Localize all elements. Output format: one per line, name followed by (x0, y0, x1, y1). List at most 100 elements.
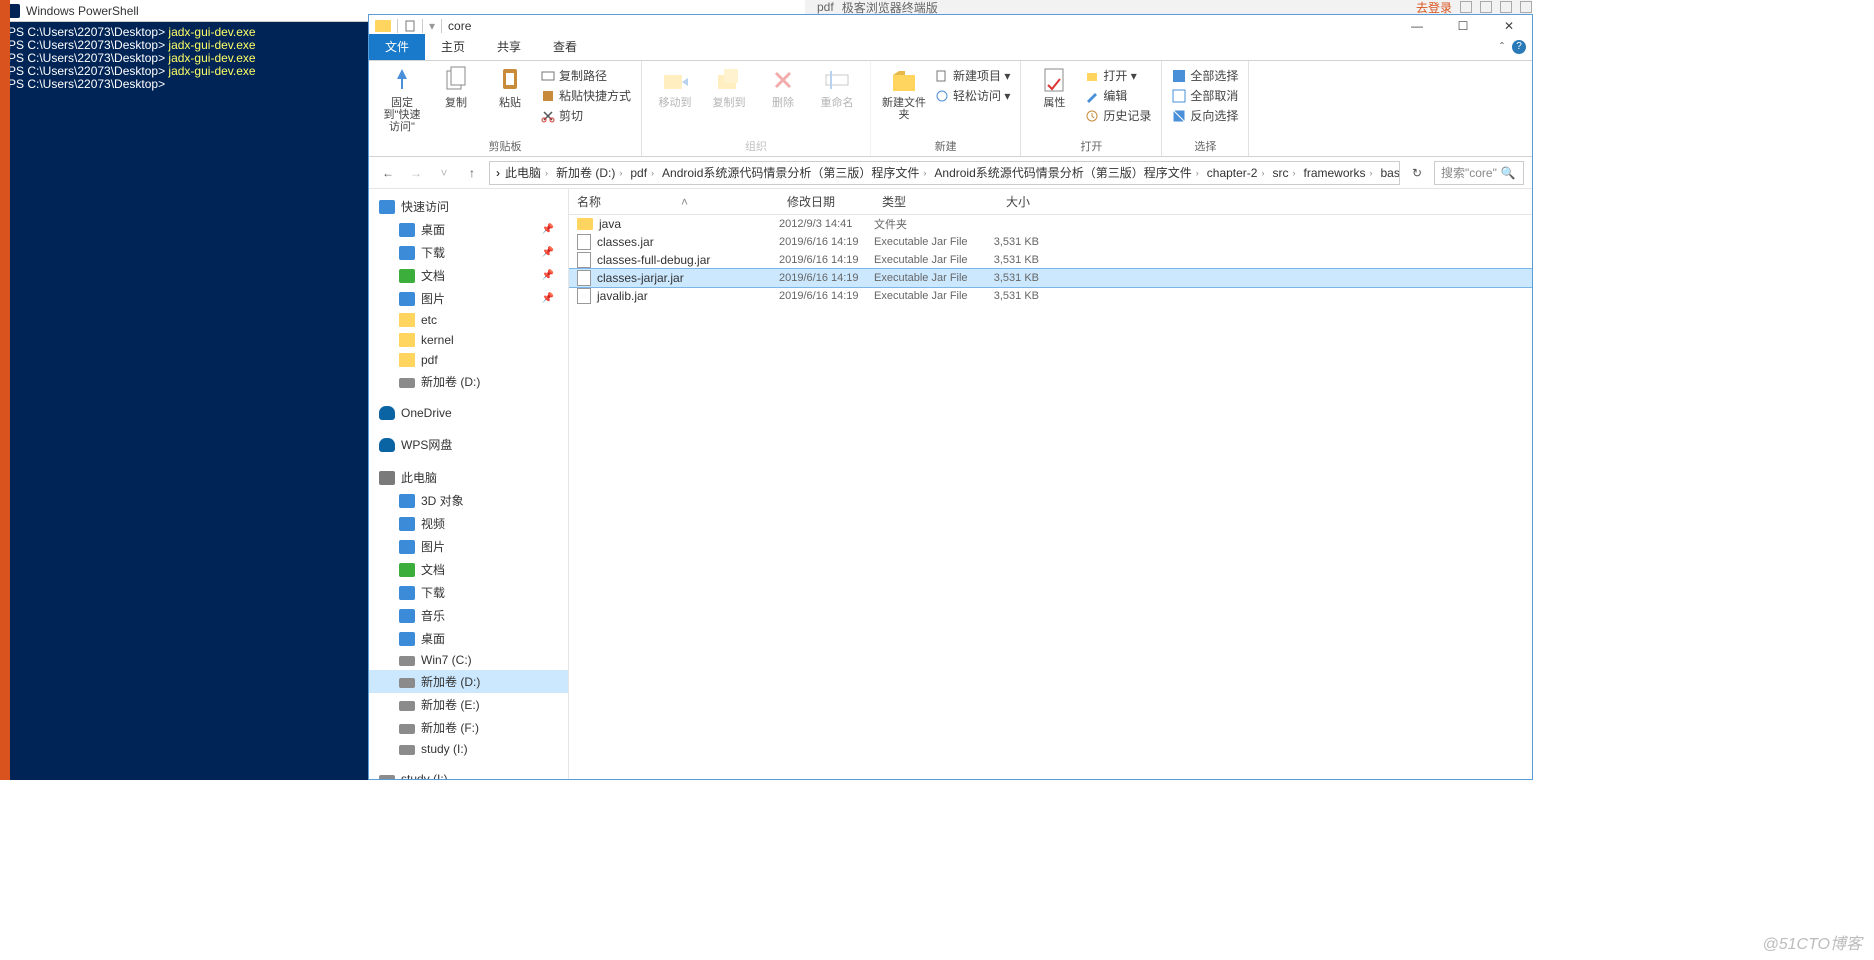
pin-to-quick-access-button[interactable]: 固定到"快速访问" (379, 65, 425, 133)
sidebar-item-fvol[interactable]: 新加卷 (F:) (369, 716, 568, 739)
login-link[interactable]: 去登录 (1416, 0, 1452, 14)
nav-up-button[interactable]: ↑ (461, 162, 483, 184)
open-button[interactable]: 打开 ▾ (1085, 67, 1151, 84)
refresh-button[interactable]: ↻ (1406, 162, 1428, 184)
sidebar-item-wps[interactable]: WPS网盘 (369, 433, 568, 456)
sidebar-item-video[interactable]: 视频 (369, 512, 568, 535)
select-all-button[interactable]: 全部选择 (1172, 67, 1238, 84)
sidebar-item-studyI[interactable]: study (I:) (369, 739, 568, 759)
breadcrumb-segment[interactable]: 新加卷 (D:)› (553, 164, 625, 181)
column-date[interactable]: 修改日期 (779, 189, 874, 214)
sidebar-item-downloads[interactable]: 下载📌 (369, 241, 568, 264)
file-row[interactable]: classes-full-debug.jar2019/6/16 14:19Exe… (569, 251, 1532, 269)
sidebar-item-desktop2[interactable]: 桌面 (369, 627, 568, 650)
sidebar-item-pics[interactable]: 图片📌 (369, 287, 568, 310)
sidebar-item-pics2[interactable]: 图片 (369, 535, 568, 558)
nav-back-button[interactable]: ← (377, 162, 399, 184)
column-size[interactable]: 大小 (979, 189, 1039, 214)
browser-icon-1 (1460, 1, 1472, 13)
sidebar-item-docs2[interactable]: 文档 (369, 558, 568, 581)
paste-button[interactable]: 粘贴 (487, 65, 533, 109)
file-list-pane[interactable]: 名称 修改日期 类型 大小 java2012/9/3 14:41文件夹class… (569, 189, 1532, 779)
copy-to-button[interactable]: 复制到 (706, 65, 752, 109)
breadcrumb-segment[interactable]: pdf› (627, 166, 657, 180)
select-none-button[interactable]: 全部取消 (1172, 87, 1238, 104)
sidebar-item-quick[interactable]: 快速访问 (369, 195, 568, 218)
cut-button[interactable]: 剪切 (541, 107, 631, 124)
new-item-button[interactable]: 新建项目 ▾ (935, 67, 1010, 84)
minimize-button[interactable]: — (1394, 15, 1440, 37)
breadcrumb-box[interactable]: › 此电脑›新加卷 (D:)›pdf›Android系统源代码情景分析（第三版）… (489, 161, 1400, 185)
sidebar-item-thispc[interactable]: 此电脑 (369, 466, 568, 489)
file-row[interactable]: classes.jar2019/6/16 14:19Executable Jar… (569, 233, 1532, 251)
file-row[interactable]: javalib.jar2019/6/16 14:19Executable Jar… (569, 287, 1532, 305)
sidebar-item-pdf[interactable]: pdf (369, 350, 568, 370)
sidebar-label: 新加卷 (E:) (421, 696, 480, 713)
open-group-label: 打开 (1031, 135, 1151, 154)
breadcrumb-segment[interactable]: frameworks› (1300, 166, 1375, 180)
close-button[interactable]: ✕ (1486, 15, 1532, 37)
search-input[interactable]: 搜索"core" 🔍 (1434, 161, 1524, 185)
sidebar-icon (399, 517, 415, 531)
browser-icon-3 (1500, 1, 1512, 13)
sidebar-item-onedrive[interactable]: OneDrive (369, 403, 568, 423)
new-folder-button[interactable]: 新建文件夹 (881, 65, 927, 121)
delete-button[interactable]: 删除 (760, 65, 806, 109)
column-type[interactable]: 类型 (874, 189, 979, 214)
sidebar-item-etc[interactable]: etc (369, 310, 568, 330)
sidebar-item-obj3d[interactable]: 3D 对象 (369, 489, 568, 512)
file-row[interactable]: java2012/9/3 14:41文件夹 (569, 215, 1532, 233)
copy-button[interactable]: 复制 (433, 65, 479, 109)
navigation-sidebar[interactable]: 快速访问桌面📌下载📌文档📌图片📌etckernelpdf新加卷 (D:)OneD… (369, 189, 569, 779)
edit-button[interactable]: 编辑 (1085, 87, 1151, 104)
sidebar-item-evol[interactable]: 新加卷 (E:) (369, 693, 568, 716)
clipboard-group-label: 剪贴板 (379, 135, 631, 154)
tab-home[interactable]: 主页 (425, 33, 481, 60)
help-icon[interactable]: ? (1512, 40, 1526, 54)
column-name[interactable]: 名称 (569, 189, 779, 214)
tab-view[interactable]: 查看 (537, 33, 593, 60)
sidebar-icon (379, 200, 395, 214)
sidebar-label: 下载 (421, 584, 445, 601)
sidebar-item-dvol[interactable]: 新加卷 (D:) (369, 370, 568, 393)
sidebar-label: 3D 对象 (421, 492, 464, 509)
invert-selection-button[interactable]: 反向选择 (1172, 107, 1238, 124)
tab-file[interactable]: 文件 (369, 33, 425, 60)
breadcrumb-segment[interactable]: Android系统源代码情景分析（第三版）程序文件› (659, 164, 929, 181)
breadcrumb-segment[interactable]: base› (1378, 166, 1401, 180)
easy-access-button[interactable]: 轻松访问 ▾ (935, 87, 1010, 104)
nav-recent-button[interactable]: ˅ (433, 162, 455, 184)
sidebar-label: 文档 (421, 267, 445, 284)
paste-shortcut-button[interactable]: 粘贴快捷方式 (541, 87, 631, 104)
file-date: 2019/6/16 14:19 (779, 254, 874, 266)
sidebar-icon (399, 494, 415, 508)
tab-share[interactable]: 共享 (481, 33, 537, 60)
nav-forward-button[interactable]: → (405, 162, 427, 184)
copy-path-button[interactable]: 复制路径 (541, 67, 631, 84)
sidebar-label: 此电脑 (401, 469, 437, 486)
file-type: Executable Jar File (874, 272, 979, 284)
column-headers[interactable]: 名称 修改日期 类型 大小 (569, 189, 1532, 215)
file-row[interactable]: classes-jarjar.jar2019/6/16 14:19Executa… (569, 269, 1532, 287)
sidebar-item-kernel[interactable]: kernel (369, 330, 568, 350)
move-to-button[interactable]: 移动到 (652, 65, 698, 109)
sidebar-item-dvol2[interactable]: 新加卷 (D:) (369, 670, 568, 693)
history-button[interactable]: 历史记录 (1085, 107, 1151, 124)
breadcrumb-segment[interactable]: src› (1269, 166, 1298, 180)
sidebar-item-downloads2[interactable]: 下载 (369, 581, 568, 604)
watermark: @51CTO博客 (1762, 930, 1862, 954)
maximize-button[interactable]: ☐ (1440, 15, 1486, 37)
new-group-label: 新建 (881, 135, 1010, 154)
sidebar-item-win7c[interactable]: Win7 (C:) (369, 650, 568, 670)
breadcrumb-segment[interactable]: chapter-2› (1204, 166, 1268, 180)
sidebar-item-music[interactable]: 音乐 (369, 604, 568, 627)
sidebar-item-docs[interactable]: 文档📌 (369, 264, 568, 287)
breadcrumb-segment[interactable]: Android系统源代码情景分析（第三版）程序文件› (931, 164, 1201, 181)
ribbon-collapse-icon[interactable]: ˆ (1500, 40, 1504, 54)
sidebar-item-desktop[interactable]: 桌面📌 (369, 218, 568, 241)
rename-button[interactable]: 重命名 (814, 65, 860, 109)
breadcrumb-segment[interactable]: 此电脑› (502, 164, 551, 181)
properties-button[interactable]: 属性 (1031, 65, 1077, 109)
sidebar-label: etc (421, 313, 437, 327)
sidebar-item-studyI2[interactable]: study (I:) (369, 769, 568, 779)
